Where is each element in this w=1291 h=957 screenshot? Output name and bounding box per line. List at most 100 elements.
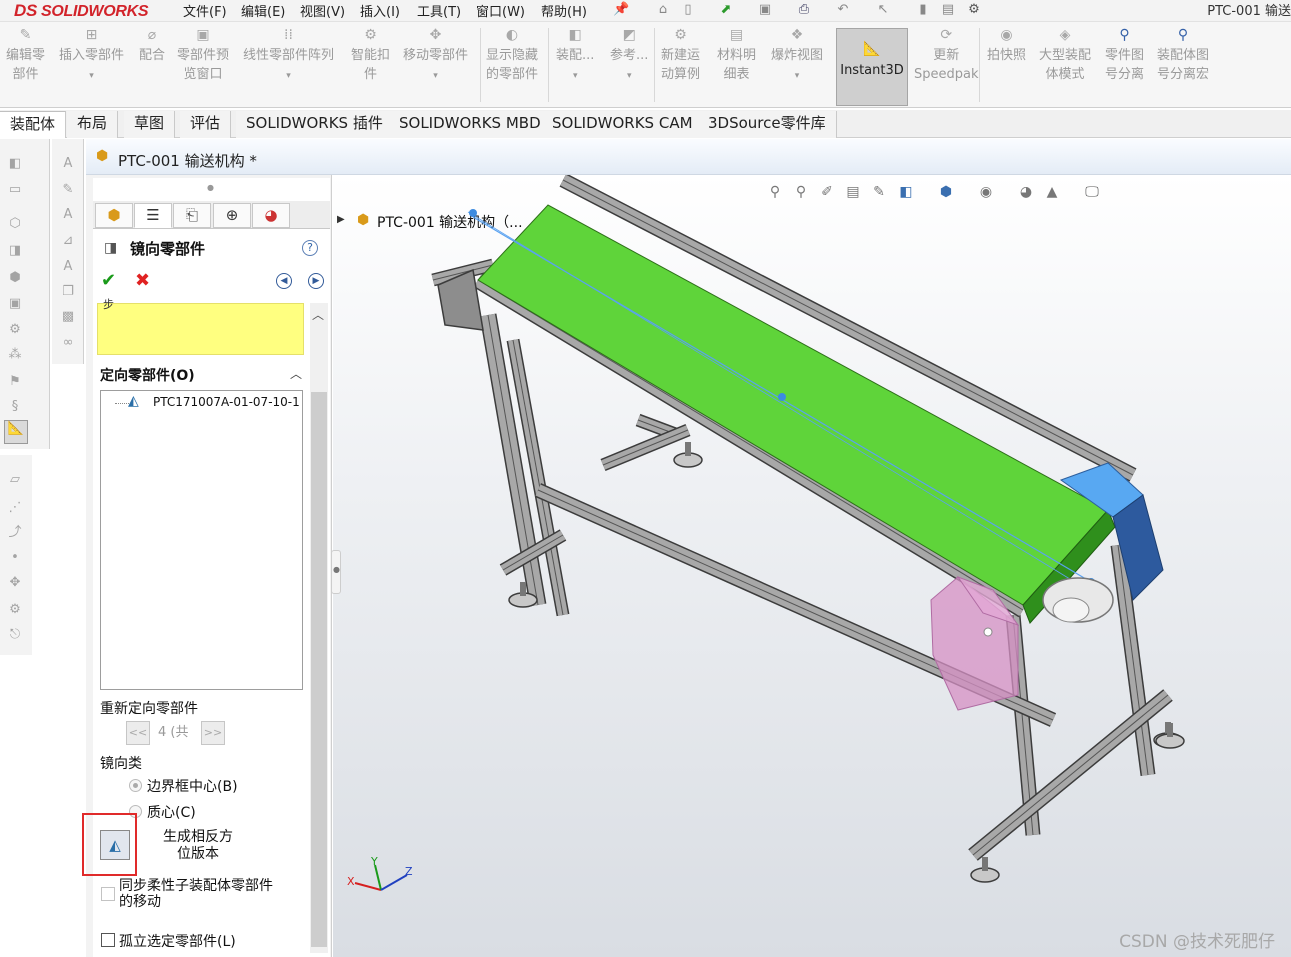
tab-property-manager[interactable]: ☰ — [134, 203, 172, 228]
isolate-selected-label: 孤立选定零部件(L) — [119, 934, 236, 950]
solidworks-logo[interactable]: DS SOLIDWORKS — [14, 1, 149, 21]
sketch-text-icon[interactable]: A — [60, 156, 76, 172]
linear-pattern-button[interactable]: ⁞⁞ 线性零部件阵列 ▾ — [243, 26, 334, 86]
file-properties-icon[interactable]: ▤ — [940, 2, 956, 18]
shape-icon[interactable]: ⬢ — [7, 270, 23, 286]
take-snapshot-button[interactable]: ◉ 拍快照 — [987, 26, 1026, 65]
cancel-x-icon[interactable]: ✖ — [135, 270, 150, 291]
update-speedpak-button[interactable]: ⟳ 更新 Speedpak — [914, 26, 979, 84]
menu-insert[interactable]: 插入(I) — [360, 1, 400, 20]
mate-icon[interactable]: ⎋ — [7, 627, 23, 643]
bom-button[interactable]: ▤ 材料明 细表 — [717, 26, 756, 84]
plane-icon[interactable]: ▱ — [7, 472, 23, 488]
text-icon[interactable]: A — [60, 259, 76, 275]
open-icon[interactable]: ⬈ — [718, 2, 734, 18]
assembly-features-button[interactable]: ◧ 装配... ▾ — [556, 26, 594, 86]
large-assembly-mode-button[interactable]: ◈ 大型装配 体模式 — [1039, 26, 1091, 84]
move-icon[interactable]: ✥ — [7, 575, 23, 591]
instant3d-side-icon[interactable]: 📐 — [4, 420, 28, 444]
point-icon[interactable]: • — [7, 550, 23, 566]
home-icon[interactable]: ⌂ — [655, 2, 671, 18]
next-step-icon[interactable]: ▶ — [308, 273, 324, 289]
list-item[interactable]: PTC171007A-01-07-10-1 — [153, 395, 300, 409]
next-orientation-button[interactable]: >> — [201, 721, 225, 745]
layer-icon[interactable]: ◨ — [7, 243, 23, 259]
axis-icon[interactable]: ⤴ — [7, 525, 23, 541]
rebuild-icon[interactable]: ▮ — [915, 2, 931, 18]
conveyor-model[interactable]: X Y Z — [333, 175, 1291, 957]
tab-layout[interactable]: 布局 — [67, 111, 119, 138]
tab-3dsource[interactable]: 3DSource零件库 — [698, 111, 837, 138]
oriented-components-list[interactable] — [100, 390, 303, 690]
print-icon[interactable]: ⎙ — [796, 2, 812, 18]
menu-help[interactable]: 帮助(H) — [541, 1, 587, 20]
tab-configuration-manager[interactable]: ⎗ — [173, 203, 211, 228]
menu-view[interactable]: 视图(V) — [300, 1, 345, 20]
instant3d-button[interactable]: 📐 Instant3D — [836, 28, 908, 106]
smart-fastener-button[interactable]: ⚙ 智能扣件 — [351, 26, 390, 84]
previous-step-icon[interactable]: ◀ — [276, 273, 292, 289]
tab-dimxpert-manager[interactable]: ⊕ — [213, 203, 251, 228]
tab-sketch[interactable]: 草图 — [124, 111, 176, 138]
pin-icon[interactable]: 📌 — [613, 2, 629, 18]
gear-icon[interactable]: ⚙ — [7, 322, 23, 338]
box-icon[interactable]: ▣ — [7, 296, 23, 312]
dimension-icon[interactable]: ⊿ — [60, 233, 76, 249]
menu-file[interactable]: 文件(F) — [183, 1, 227, 20]
line-icon[interactable]: ⋰ — [7, 500, 23, 516]
reference-geometry-button[interactable]: ◩ 参考... ▾ — [610, 26, 648, 86]
tab-feature-manager[interactable]: ⬢ — [95, 203, 133, 228]
oriented-components-header[interactable]: 定向零部件(O) — [100, 365, 195, 385]
note-icon[interactable]: A — [60, 207, 76, 223]
tab-display-manager[interactable]: ◕ — [252, 203, 290, 228]
mate-button[interactable]: ⌀ 配合 — [139, 26, 165, 65]
tab-solidworks-addins[interactable]: SOLIDWORKS 插件 — [236, 111, 394, 138]
gear-icon[interactable]: ⚙ — [7, 602, 23, 618]
undo-icon[interactable]: ↶ — [835, 2, 851, 18]
previous-orientation-button[interactable]: << — [126, 721, 150, 745]
centroid-label: 质心(C) — [147, 805, 196, 821]
tab-evaluate[interactable]: 评估 — [180, 111, 232, 138]
link-icon[interactable]: ∞ — [60, 335, 76, 351]
scroll-up-icon[interactable]: ︿ — [312, 306, 324, 323]
edit-component-button[interactable]: ✎ 编辑零 部件 — [6, 26, 45, 84]
save-icon[interactable]: ▣ — [757, 2, 773, 18]
tab-solidworks-cam[interactable]: SOLIDWORKS CAM — [542, 111, 704, 138]
show-hidden-button[interactable]: ◐ 显示隐藏 的零部件 — [486, 26, 538, 84]
tab-assembly[interactable]: 装配体 — [0, 111, 67, 138]
menu-tools[interactable]: 工具(T) — [417, 1, 461, 20]
select-icon[interactable]: ↖ — [875, 2, 891, 18]
part-number-separate-button[interactable]: ⚲ 零件图 号分离 — [1105, 26, 1144, 84]
component-icon[interactable]: ◧ — [7, 156, 23, 172]
collapse-chevron-icon[interactable]: ︿ — [290, 365, 302, 382]
sync-flexible-checkbox[interactable] — [101, 887, 115, 901]
new-file-icon[interactable]: ▯ — [680, 2, 696, 18]
bounding-box-center-radio[interactable] — [129, 779, 142, 792]
edit-component-icon: ✎ — [19, 27, 32, 43]
mate-icon: ⌀ — [147, 27, 157, 43]
options-gear-icon[interactable]: ⚙ — [966, 2, 982, 18]
sketch-icon[interactable]: ✎ — [60, 182, 76, 198]
component-preview-button[interactable]: ▣ 零部件预 览窗口 — [177, 26, 229, 84]
ok-check-icon[interactable]: ✔ — [101, 270, 116, 291]
spring-icon[interactable]: § — [7, 399, 23, 415]
insert-component-icon: ⊞ — [85, 27, 98, 43]
panel-scrollbar-thumb[interactable] — [311, 392, 327, 947]
tab-solidworks-mbd[interactable]: SOLIDWORKS MBD — [389, 111, 552, 138]
new-motion-study-button[interactable]: ⚙ 新建运 动算例 — [661, 26, 700, 84]
hatch-icon[interactable]: ▩ — [60, 309, 76, 325]
panel-grip-icon[interactable]: ● — [207, 183, 214, 192]
move-component-button[interactable]: ✥ 移动零部件 ▾ — [403, 26, 468, 86]
assembly-number-macro-button[interactable]: ⚲ 装配体图 号分离宏 — [1157, 26, 1209, 84]
pattern-icon[interactable]: ⁂ — [7, 347, 23, 363]
isolate-selected-checkbox[interactable] — [101, 933, 115, 947]
insert-component-button[interactable]: ⊞ 插入零部件 ▾ — [59, 26, 124, 86]
menu-edit[interactable]: 编辑(E) — [241, 1, 285, 20]
cube-icon[interactable]: ⬡ — [7, 216, 23, 232]
bolt-icon[interactable]: ⚑ — [7, 374, 23, 390]
menu-window[interactable]: 窗口(W) — [476, 1, 525, 20]
component-icon[interactable]: ▭ — [7, 182, 23, 198]
exploded-view-button[interactable]: ❖ 爆炸视图 ▾ — [771, 26, 823, 86]
copy-icon[interactable]: ❐ — [60, 284, 76, 300]
help-icon[interactable]: ? — [302, 240, 318, 256]
